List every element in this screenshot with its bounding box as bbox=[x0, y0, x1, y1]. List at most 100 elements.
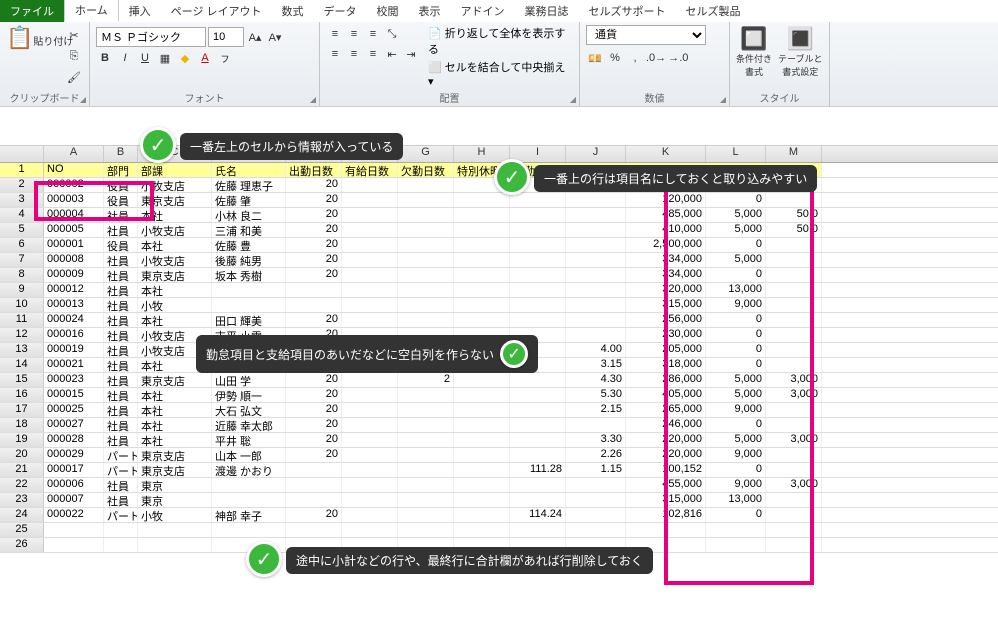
align-left-icon[interactable]: ≡ bbox=[326, 45, 344, 63]
cell[interactable]: 社員 bbox=[104, 208, 138, 222]
cell[interactable]: 小牧 bbox=[138, 298, 212, 312]
cell[interactable]: 社員 bbox=[104, 418, 138, 432]
align-top-icon[interactable]: ≡ bbox=[326, 25, 344, 43]
cell[interactable]: 410,000 bbox=[626, 223, 706, 237]
cut-icon[interactable]: ✂ bbox=[65, 26, 83, 44]
cell[interactable] bbox=[342, 433, 398, 447]
cell[interactable] bbox=[566, 208, 626, 222]
cell[interactable]: 神部 幸子 bbox=[212, 508, 286, 522]
cell[interactable] bbox=[342, 418, 398, 432]
cell[interactable]: 20 bbox=[286, 313, 342, 327]
cell[interactable]: 本社 bbox=[138, 418, 212, 432]
currency-icon[interactable]: 💴 bbox=[586, 49, 604, 67]
cell[interactable]: 社員 bbox=[104, 403, 138, 417]
increase-decimal-icon[interactable]: .0→ bbox=[646, 49, 666, 67]
cell[interactable]: 2.15 bbox=[566, 403, 626, 417]
cell[interactable] bbox=[510, 313, 566, 327]
cell[interactable] bbox=[766, 523, 822, 537]
cell[interactable] bbox=[454, 313, 510, 327]
indent-inc-icon[interactable]: ⇥ bbox=[402, 45, 420, 63]
cell[interactable] bbox=[766, 538, 822, 552]
cell[interactable]: 4.30 bbox=[566, 373, 626, 387]
cell[interactable]: 315,000 bbox=[626, 298, 706, 312]
cell[interactable]: 平井 聡 bbox=[212, 433, 286, 447]
cell[interactable] bbox=[766, 268, 822, 282]
cell[interactable]: 20 bbox=[286, 433, 342, 447]
cell[interactable] bbox=[510, 238, 566, 252]
cell[interactable]: 000021 bbox=[44, 358, 104, 372]
cell[interactable]: 後藤 純男 bbox=[212, 253, 286, 267]
cell[interactable]: 485,000 bbox=[626, 208, 706, 222]
cell[interactable]: 5,000 bbox=[706, 253, 766, 267]
cell[interactable] bbox=[454, 493, 510, 507]
cell[interactable]: 佐藤 豊 bbox=[212, 238, 286, 252]
cell[interactable]: 000007 bbox=[44, 493, 104, 507]
border-button[interactable]: ▦ bbox=[156, 49, 174, 67]
cell[interactable] bbox=[454, 253, 510, 267]
row-number[interactable]: 7 bbox=[0, 253, 44, 267]
cell[interactable]: 山田 学 bbox=[212, 373, 286, 387]
cell[interactable] bbox=[342, 463, 398, 477]
cell[interactable]: 265,000 bbox=[626, 403, 706, 417]
cell[interactable] bbox=[342, 493, 398, 507]
cell[interactable]: 220,000 bbox=[626, 433, 706, 447]
cell[interactable]: 000022 bbox=[44, 508, 104, 522]
cell[interactable]: 東京支店 bbox=[138, 193, 212, 207]
cell[interactable]: 9,000 bbox=[706, 448, 766, 462]
cell[interactable]: 0 bbox=[706, 418, 766, 432]
cell[interactable] bbox=[566, 313, 626, 327]
tab-6[interactable]: 校閲 bbox=[367, 0, 409, 22]
cell[interactable] bbox=[398, 463, 454, 477]
cell[interactable]: 0 bbox=[706, 463, 766, 477]
cell[interactable]: 000025 bbox=[44, 403, 104, 417]
cell[interactable] bbox=[766, 463, 822, 477]
cell[interactable] bbox=[510, 298, 566, 312]
cell[interactable] bbox=[566, 493, 626, 507]
row-number[interactable]: 3 bbox=[0, 193, 44, 207]
cell[interactable]: 社員 bbox=[104, 328, 138, 342]
cell[interactable] bbox=[766, 403, 822, 417]
font-size-input[interactable] bbox=[208, 27, 244, 47]
cell[interactable] bbox=[454, 478, 510, 492]
cell[interactable]: 氏名 bbox=[212, 163, 286, 177]
cell[interactable]: 20 bbox=[286, 268, 342, 282]
cell[interactable]: 坂本 秀樹 bbox=[212, 268, 286, 282]
cell[interactable]: 3,000 bbox=[766, 388, 822, 402]
cell[interactable] bbox=[286, 283, 342, 297]
cell[interactable]: 山本 一郎 bbox=[212, 448, 286, 462]
cell[interactable]: 部課 bbox=[138, 163, 212, 177]
underline-button[interactable]: U bbox=[136, 49, 154, 67]
cell[interactable]: 20 bbox=[286, 418, 342, 432]
cell[interactable] bbox=[286, 463, 342, 477]
cell[interactable]: 000015 bbox=[44, 388, 104, 402]
cell[interactable] bbox=[398, 478, 454, 492]
cell[interactable] bbox=[342, 508, 398, 522]
cell[interactable] bbox=[510, 268, 566, 282]
cell[interactable]: 000002 bbox=[44, 178, 104, 192]
row-number[interactable]: 15 bbox=[0, 373, 44, 387]
cell[interactable]: 20 bbox=[286, 388, 342, 402]
cell[interactable]: 13,000 bbox=[706, 493, 766, 507]
cell[interactable]: 佐藤 理恵子 bbox=[212, 178, 286, 192]
cell[interactable] bbox=[566, 223, 626, 237]
tab-8[interactable]: アドイン bbox=[451, 0, 515, 22]
cell[interactable] bbox=[454, 388, 510, 402]
row-number[interactable]: 16 bbox=[0, 388, 44, 402]
cell[interactable]: 5,000 bbox=[706, 223, 766, 237]
tab-1[interactable]: ホーム bbox=[64, 0, 119, 22]
align-right-icon[interactable]: ≡ bbox=[364, 45, 382, 63]
cell[interactable] bbox=[454, 403, 510, 417]
cell[interactable]: 社員 bbox=[104, 388, 138, 402]
cell[interactable]: 000008 bbox=[44, 253, 104, 267]
increase-font-icon[interactable]: A▴ bbox=[246, 28, 264, 46]
tab-3[interactable]: ページ レイアウト bbox=[161, 0, 272, 22]
cell[interactable] bbox=[566, 328, 626, 342]
cell[interactable]: 社員 bbox=[104, 493, 138, 507]
cell[interactable]: 20 bbox=[286, 223, 342, 237]
cell[interactable] bbox=[44, 538, 104, 552]
cell[interactable]: 114.24 bbox=[510, 508, 566, 522]
cell[interactable]: 20 bbox=[286, 448, 342, 462]
cell[interactable]: パート bbox=[104, 463, 138, 477]
cell[interactable] bbox=[766, 238, 822, 252]
cell[interactable]: 0 bbox=[706, 343, 766, 357]
